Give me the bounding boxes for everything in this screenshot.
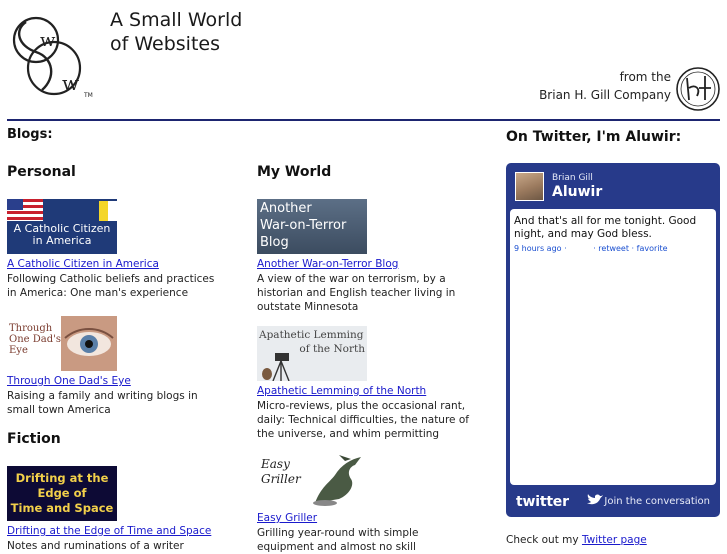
blog-entry: Drifting at the Edge of Time and Space D… — [7, 466, 222, 553]
twitter-widget: Brian Gill Aluwir And that's all for me … — [506, 163, 720, 517]
blog-description: Raising a family and writing blogs in sm… — [7, 390, 198, 416]
blog-description: Grilling year-round with simple equipmen… — [257, 527, 419, 553]
company-credit-line1: from the — [619, 70, 671, 84]
blog-entry: Apathetic Lemming of the North Apathetic… — [257, 326, 469, 441]
thumb-caption-1: Another — [260, 201, 312, 216]
thumb-caption-1: Drifting at the — [15, 471, 109, 485]
company-credit: from the Brian H. Gill Company — [539, 68, 671, 104]
svg-text:w: w — [62, 71, 79, 95]
thumb-caption-1: Through — [9, 323, 53, 334]
twitter-logo[interactable]: twitter — [516, 494, 569, 510]
thumb-caption-1: Apathetic Lemming — [259, 329, 364, 341]
thumb-caption-1: Easy — [261, 457, 290, 471]
tweet-meta-separator: · — [631, 244, 635, 253]
dragon-icon — [313, 455, 361, 506]
favorite-link[interactable]: favorite — [637, 244, 668, 253]
blog-entry: A Catholic Citizen in America A Catholic… — [7, 199, 222, 300]
blog-entry: Easy Griller Easy Griller Grilling year-… — [257, 453, 469, 554]
twitter-bird-icon — [587, 494, 603, 505]
blog-link-one-dads-eye[interactable]: Through One Dad's Eye — [7, 375, 222, 388]
tweet-meta: 9 hours ago · · retweet · favorite — [514, 244, 710, 253]
thumb-caption-2: Griller — [261, 472, 301, 486]
twitter-display-name: Brian Gill — [552, 173, 593, 183]
tweet-meta-separator: · — [593, 244, 596, 253]
twitter-page-note: Check out my Twitter page — [506, 534, 647, 546]
site-logo: w w TM — [12, 16, 93, 99]
company-credit-name: Brian H. Gill Company — [539, 88, 671, 102]
blog-thumb-apathetic-lemming[interactable]: Apathetic Lemming of the North — [257, 326, 367, 381]
thumb-caption-2: One Dad's — [9, 334, 61, 345]
fiction-heading: Fiction — [7, 431, 61, 447]
tweet-panel: And that's all for me tonight. Good nigh… — [510, 209, 716, 485]
blog-link-easy-griller[interactable]: Easy Griller — [257, 512, 469, 525]
blog-entry: Another War-on-Terror Blog Another War-o… — [257, 199, 469, 314]
blog-link-war-on-terror[interactable]: Another War-on-Terror Blog — [257, 258, 469, 271]
blog-thumb-catholic-citizen[interactable]: A Catholic Citizen in America — [7, 199, 117, 254]
twitter-page-note-prefix: Check out my — [506, 534, 582, 546]
thumb-caption: A Catholic Citizen in America — [13, 222, 111, 248]
site-title: A Small World of Websites — [110, 8, 242, 56]
blog-entry: Through One Dad's Eye Through One Dad's … — [7, 316, 222, 417]
tweet-meta-separator: · — [564, 244, 567, 253]
tweet-text: And that's all for me tonight. Good nigh… — [514, 215, 697, 240]
myworld-heading: My World — [257, 164, 332, 180]
twitter-page-link[interactable]: Twitter page — [582, 534, 647, 546]
personal-heading: Personal — [7, 164, 76, 180]
eye-icon — [61, 316, 117, 371]
site-title-line1: A Small World — [110, 9, 243, 31]
site-title-line2: of Websites — [110, 33, 220, 55]
blog-link-apathetic-lemming[interactable]: Apathetic Lemming of the North — [257, 385, 469, 398]
blog-thumb-drifting[interactable]: Drifting at the Edge of Time and Space — [7, 466, 117, 521]
join-conversation-link[interactable]: Join the conversation — [604, 496, 710, 507]
thumb-caption-3: Time and Space — [10, 501, 114, 515]
tweet-time-link[interactable]: 9 hours ago — [514, 244, 562, 253]
svg-text:TM: TM — [83, 92, 93, 99]
blog-description: Micro-reviews, plus the occasional rant,… — [257, 400, 469, 440]
header-divider — [7, 119, 720, 121]
blog-thumb-easy-griller[interactable]: Easy Griller — [257, 453, 367, 508]
blogs-heading: Blogs: — [7, 127, 53, 142]
twitter-handle[interactable]: Aluwir — [552, 184, 602, 200]
svg-text:w: w — [40, 30, 56, 51]
twitter-heading: On Twitter, I'm Aluwir: — [506, 129, 682, 145]
blog-link-catholic-citizen[interactable]: A Catholic Citizen in America — [7, 258, 222, 271]
blog-description: Following Catholic beliefs and practices… — [7, 273, 215, 299]
thumb-caption-3: Blog — [260, 235, 289, 250]
thumb-caption-2: War-on-Terror — [260, 218, 347, 233]
blog-description: A view of the war on terrorism, by a his… — [257, 273, 456, 313]
blog-thumb-one-dads-eye[interactable]: Through One Dad's Eye — [7, 316, 117, 371]
avatar[interactable] — [515, 172, 544, 201]
retweet-link[interactable]: retweet — [598, 244, 629, 253]
blog-link-drifting[interactable]: Drifting at the Edge of Time and Space — [7, 525, 222, 538]
blog-description: Notes and ruminations of a writer — [7, 540, 184, 552]
company-logo — [676, 67, 720, 111]
thumb-caption-2: Edge of — [37, 486, 87, 500]
thumb-caption-3: Eye — [9, 345, 28, 356]
blog-thumb-war-on-terror[interactable]: Another War-on-Terror Blog — [257, 199, 367, 254]
camera-tripod-icon — [262, 353, 290, 381]
